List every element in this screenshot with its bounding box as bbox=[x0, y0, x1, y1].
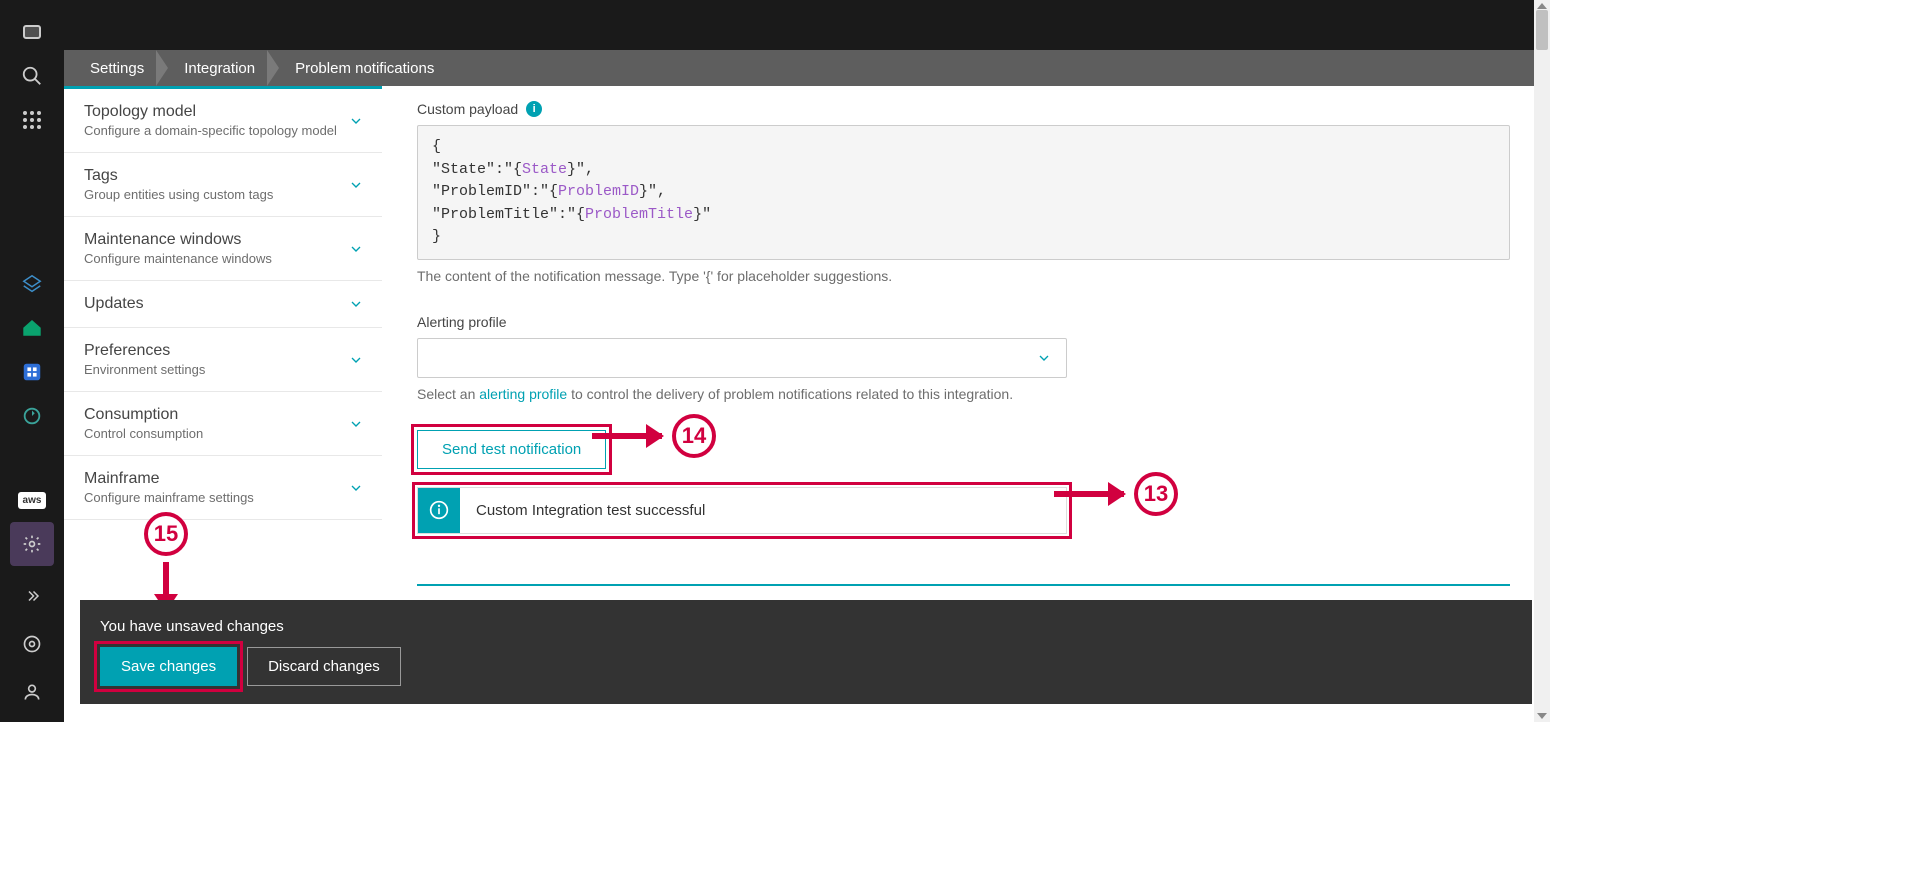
help-icon[interactable] bbox=[10, 622, 54, 666]
vertical-scrollbar[interactable] bbox=[1534, 0, 1550, 722]
sidebar-item-sub: Configure mainframe settings bbox=[84, 490, 362, 505]
sidebar-item-sub: Control consumption bbox=[84, 426, 362, 441]
sidebar-item-updates[interactable]: Updates bbox=[64, 281, 382, 328]
custom-payload-textarea[interactable]: { "State":"{State}", "ProblemID":"{Probl… bbox=[417, 125, 1510, 260]
info-icon[interactable]: i bbox=[526, 101, 542, 117]
left-icon-bar: aws bbox=[0, 0, 64, 722]
settings-gear-icon[interactable] bbox=[10, 522, 54, 566]
callout-13: 13 bbox=[1134, 472, 1178, 516]
apps-grid-icon[interactable] bbox=[10, 98, 54, 142]
sidebar-item-label: Topology model bbox=[84, 103, 362, 121]
test-success-banner: Custom Integration test successful bbox=[417, 487, 1067, 534]
chevron-down-icon bbox=[348, 480, 364, 496]
sidebar-item-sub: Configure maintenance windows bbox=[84, 251, 362, 266]
breadcrumb-problem-notifications[interactable]: Problem notifications bbox=[281, 60, 448, 77]
main-column: Settings Integration Problem notificatio… bbox=[64, 0, 1550, 722]
info-icon bbox=[418, 488, 460, 533]
sidebar-item-label: Consumption bbox=[84, 406, 362, 424]
nav-house-icon[interactable] bbox=[10, 306, 54, 350]
sidebar-item-label: Updates bbox=[84, 295, 362, 313]
nav-aws-icon[interactable]: aws bbox=[10, 478, 54, 522]
success-message: Custom Integration test successful bbox=[460, 488, 1066, 533]
chevron-down-icon bbox=[348, 177, 364, 193]
search-icon[interactable] bbox=[10, 54, 54, 98]
user-icon[interactable] bbox=[10, 670, 54, 714]
nav-tiles-icon[interactable] bbox=[10, 350, 54, 394]
save-changes-button[interactable]: Save changes bbox=[100, 647, 237, 686]
nav-cycle-icon[interactable] bbox=[10, 394, 54, 438]
alerting-profile-label: Alerting profile bbox=[417, 314, 1510, 330]
sidebar-item-maintenance[interactable]: Maintenance windows Configure maintenanc… bbox=[64, 217, 382, 281]
alerting-profile-select[interactable] bbox=[417, 338, 1067, 378]
unsaved-text: You have unsaved changes bbox=[100, 618, 1512, 635]
sidebar-item-tags[interactable]: Tags Group entities using custom tags bbox=[64, 153, 382, 217]
expand-icon[interactable] bbox=[10, 574, 54, 618]
breadcrumb: Settings Integration Problem notificatio… bbox=[64, 50, 1550, 86]
sidebar-item-sub: Configure a domain-specific topology mod… bbox=[84, 123, 362, 138]
sidebar-item-label: Maintenance windows bbox=[84, 231, 362, 249]
alerting-profile-link[interactable]: alerting profile bbox=[479, 386, 567, 402]
sidebar-item-label: Mainframe bbox=[84, 470, 362, 488]
sidebar-item-topology[interactable]: Topology model Configure a domain-specif… bbox=[64, 89, 382, 153]
sidebar-item-consumption[interactable]: Consumption Control consumption bbox=[64, 392, 382, 456]
unsaved-changes-bar: You have unsaved changes Save changes Di… bbox=[80, 600, 1532, 704]
sidebar-item-sub: Group entities using custom tags bbox=[84, 187, 362, 202]
chevron-down-icon bbox=[348, 296, 364, 312]
breadcrumb-settings[interactable]: Settings bbox=[76, 60, 158, 77]
send-test-notification-button[interactable]: Send test notification bbox=[417, 430, 606, 469]
sidebar-item-mainframe[interactable]: Mainframe Configure mainframe settings bbox=[64, 456, 382, 520]
chevron-down-icon bbox=[348, 113, 364, 129]
sidebar-item-label: Preferences bbox=[84, 342, 362, 360]
sidebar-item-preferences[interactable]: Preferences Environment settings bbox=[64, 328, 382, 392]
chevron-down-icon bbox=[348, 416, 364, 432]
payload-help-text: The content of the notification message.… bbox=[417, 268, 1510, 284]
top-bar bbox=[64, 0, 1550, 50]
breadcrumb-integration[interactable]: Integration bbox=[170, 60, 269, 77]
chevron-down-icon bbox=[1036, 350, 1052, 366]
custom-payload-label: Custom payload i bbox=[417, 101, 1510, 117]
alerting-help-text: Select an alerting profile to control th… bbox=[417, 386, 1510, 402]
home-icon[interactable] bbox=[10, 10, 54, 54]
nav-layers-icon[interactable] bbox=[10, 262, 54, 306]
chevron-down-icon bbox=[348, 352, 364, 368]
sidebar-item-label: Tags bbox=[84, 167, 362, 185]
sidebar-item-sub: Environment settings bbox=[84, 362, 362, 377]
chevron-down-icon bbox=[348, 241, 364, 257]
discard-changes-button[interactable]: Discard changes bbox=[247, 647, 401, 686]
section-divider bbox=[417, 584, 1510, 586]
